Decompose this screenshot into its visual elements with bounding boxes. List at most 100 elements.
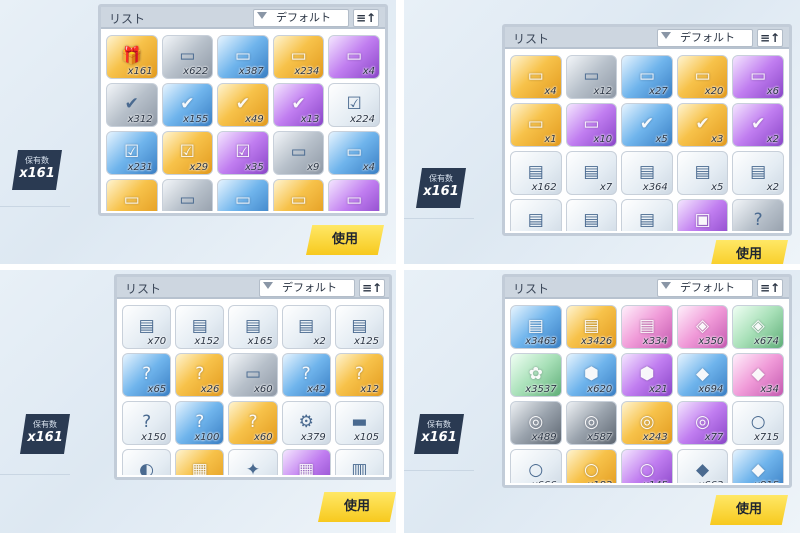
- inventory-item[interactable]: ☑ x224: [328, 83, 380, 127]
- inventory-item[interactable]: ▤ x3463: [510, 305, 562, 349]
- inventory-item[interactable]: ▭ x4: [328, 35, 380, 79]
- use-button[interactable]: 使用: [710, 240, 788, 264]
- inventory-item[interactable]: ◆x663: [676, 449, 729, 483]
- sort-dropdown[interactable]: デフォルト: [259, 279, 355, 297]
- inventory-item[interactable]: ☑ x231: [106, 131, 158, 175]
- inventory-item[interactable]: ▤: [565, 199, 618, 231]
- inventory-item[interactable]: ▭ x10: [565, 103, 618, 147]
- inventory-item[interactable]: ▭ x4: [328, 131, 380, 175]
- inventory-item[interactable]: ▭ x6: [732, 55, 784, 99]
- inventory-item[interactable]: ◈ x674: [732, 305, 784, 349]
- inventory-item[interactable]: ▭: [328, 179, 380, 211]
- inventory-item[interactable]: ○x145: [621, 449, 673, 483]
- inventory-item[interactable]: ◎ x587: [565, 401, 618, 445]
- inventory-item[interactable]: ◎ x77: [676, 401, 729, 445]
- inventory-item[interactable]: ▭ x622: [161, 35, 214, 79]
- inventory-item[interactable]: ▤ x7: [565, 151, 618, 195]
- inventory-item[interactable]: ◆x815: [732, 449, 784, 483]
- sort-dropdown[interactable]: デフォルト: [657, 279, 753, 297]
- inventory-item[interactable]: ◐x133: [122, 449, 172, 475]
- inventory-item[interactable]: ▤ x70: [122, 305, 172, 349]
- inventory-item[interactable]: ◆ x694: [676, 353, 729, 397]
- inventory-item[interactable]: ▤ x162: [510, 151, 562, 195]
- inventory-item[interactable]: ▭ x27: [621, 55, 673, 99]
- inventory-item[interactable]: ▤ x3426: [565, 305, 618, 349]
- item-quantity: x334: [642, 336, 668, 347]
- inventory-item[interactable]: ▤: [621, 199, 673, 231]
- inventory-item[interactable]: ▤ x5: [676, 151, 729, 195]
- inventory-item[interactable]: ? x12: [334, 353, 384, 397]
- inventory-item[interactable]: ? x100: [175, 401, 225, 445]
- inventory-item[interactable]: ▤ x152: [175, 305, 225, 349]
- inventory-item[interactable]: ○x182: [565, 449, 618, 483]
- inventory-item[interactable]: ✦x622: [228, 449, 278, 475]
- inventory-item[interactable]: ✔ x3: [676, 103, 729, 147]
- sort-dropdown[interactable]: デフォルト: [253, 9, 349, 27]
- sort-order-button[interactable]: ≡↑: [359, 279, 385, 297]
- inventory-item[interactable]: ◈ x350: [676, 305, 729, 349]
- gem-icon: ◈: [696, 316, 710, 337]
- inventory-item[interactable]: ? x60: [228, 401, 278, 445]
- inventory-item[interactable]: ▭ x60: [228, 353, 278, 397]
- inventory-item[interactable]: ? x42: [281, 353, 331, 397]
- inventory-item[interactable]: ○ x715: [732, 401, 784, 445]
- inventory-item[interactable]: ▭ x9: [272, 131, 325, 175]
- inventory-item[interactable]: ▭ x12: [565, 55, 618, 99]
- inventory-item[interactable]: ☑ x35: [217, 131, 269, 175]
- inventory-item[interactable]: ? x150: [122, 401, 172, 445]
- inventory-item[interactable]: ✔ x13: [272, 83, 325, 127]
- inventory-item[interactable]: ✿ x3537: [510, 353, 562, 397]
- inventory-item[interactable]: ☑ x29: [161, 131, 214, 175]
- inventory-item[interactable]: ? x65: [122, 353, 172, 397]
- item-quantity: x815: [754, 480, 779, 483]
- inventory-item[interactable]: ◎ x489: [510, 401, 562, 445]
- inventory-item[interactable]: ▭ x4: [510, 55, 562, 99]
- item-list-panel: リスト デフォルト ≡↑ ▤ x70 ▤ x152 ▤ x165 ▤ x2 ▤ x125? x65?…: [114, 274, 392, 480]
- inventory-item[interactable]: ▭: [106, 179, 158, 211]
- inventory-item[interactable]: ▭: [161, 179, 214, 211]
- inventory-item[interactable]: ✔ x312: [106, 83, 158, 127]
- inventory-item[interactable]: ▭: [272, 179, 325, 211]
- inventory-item[interactable]: ? x26: [175, 353, 225, 397]
- inventory-item[interactable]: ⬢ x21: [621, 353, 673, 397]
- inventory-item[interactable]: ?: [732, 199, 784, 231]
- use-button[interactable]: 使用: [306, 225, 384, 255]
- inventory-item[interactable]: ✔ x2: [732, 103, 784, 147]
- inventory-item[interactable]: ▥x13K: [334, 449, 384, 475]
- inventory-item[interactable]: ▦x4205: [175, 449, 225, 475]
- inventory-item[interactable]: ▦x1463: [281, 449, 331, 475]
- inventory-item[interactable]: 🎁 x161: [106, 35, 158, 79]
- owned-count-label: 保有数: [25, 156, 49, 165]
- ticket-icon: ▭: [179, 46, 196, 67]
- inventory-item[interactable]: ○x666: [510, 449, 562, 483]
- inventory-item[interactable]: ▤: [510, 199, 562, 231]
- inventory-item[interactable]: ▣: [676, 199, 729, 231]
- use-button[interactable]: 使用: [318, 492, 396, 522]
- inventory-item[interactable]: ▬ x105: [334, 401, 384, 445]
- inventory-item[interactable]: ▭ x234: [272, 35, 325, 79]
- inventory-item[interactable]: ▤ x364: [621, 151, 673, 195]
- inventory-item[interactable]: ⬢ x620: [565, 353, 618, 397]
- inventory-item[interactable]: ▤ x2: [732, 151, 784, 195]
- inventory-item[interactable]: ▭ x20: [676, 55, 729, 99]
- sort-order-button[interactable]: ≡↑: [757, 29, 783, 47]
- inventory-item[interactable]: ✔ x155: [161, 83, 214, 127]
- question-ticket-icon: ?: [142, 364, 152, 385]
- use-button[interactable]: 使用: [710, 495, 788, 525]
- inventory-item[interactable]: ◎ x243: [621, 401, 673, 445]
- inventory-item[interactable]: ◆ x34: [732, 353, 784, 397]
- inventory-item[interactable]: ✔ x49: [217, 83, 269, 127]
- inventory-item[interactable]: ⚙ x379: [281, 401, 331, 445]
- inventory-item[interactable]: ▭ x387: [217, 35, 269, 79]
- item-quantity: x60: [253, 432, 273, 443]
- sort-dropdown[interactable]: デフォルト: [657, 29, 753, 47]
- inventory-item[interactable]: ✔ x5: [621, 103, 673, 147]
- inventory-item[interactable]: ▤ x334: [621, 305, 673, 349]
- sort-order-button[interactable]: ≡↑: [757, 279, 783, 297]
- inventory-item[interactable]: ▭ x1: [510, 103, 562, 147]
- sort-order-button[interactable]: ≡↑: [353, 9, 379, 27]
- inventory-item[interactable]: ▤ x125: [334, 305, 384, 349]
- inventory-item[interactable]: ▤ x2: [281, 305, 331, 349]
- inventory-item[interactable]: ▭: [217, 179, 269, 211]
- inventory-item[interactable]: ▤ x165: [228, 305, 278, 349]
